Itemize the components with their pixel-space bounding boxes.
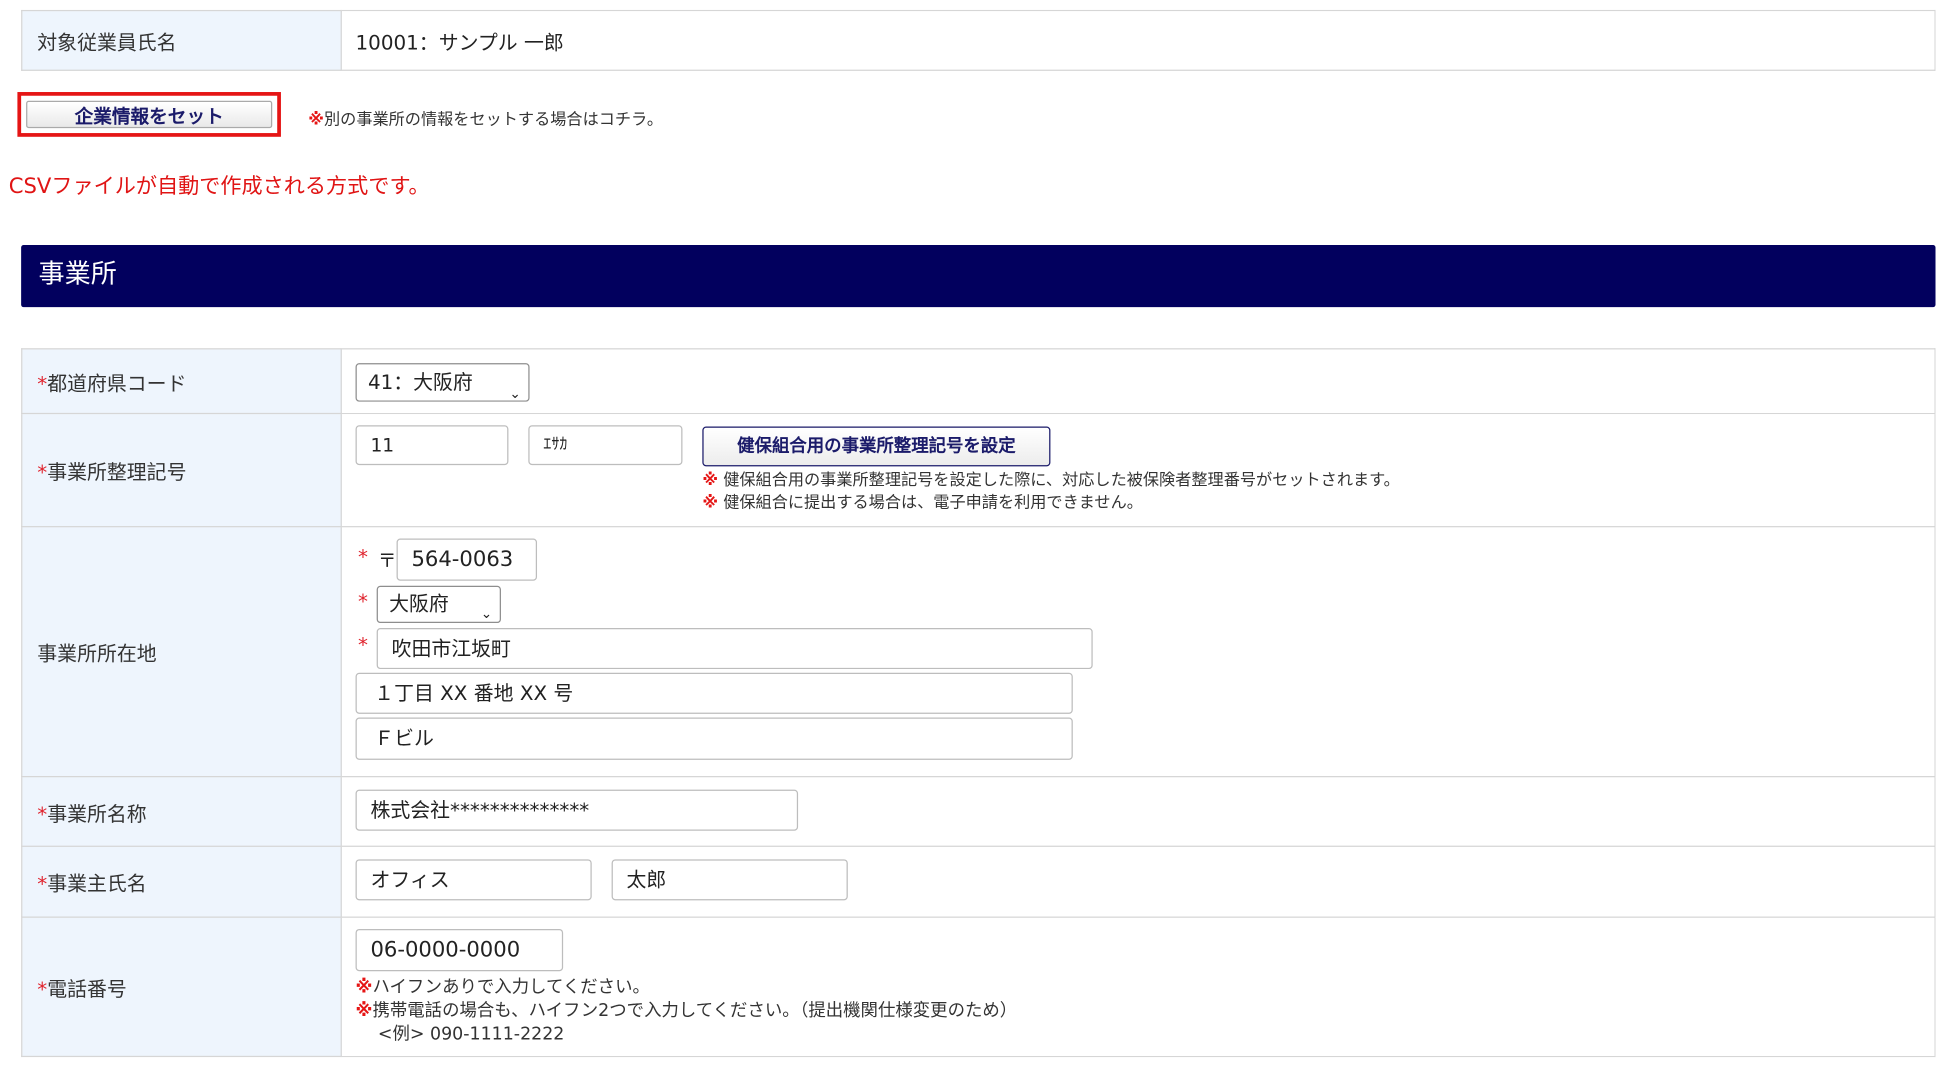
note-mark: ※ [308,110,325,130]
prefecture-code-cell: 41：大阪府 ⌄ [340,348,1936,415]
office-name-cell: 株式会社************** [340,776,1936,847]
postal-mark: 〒 [377,549,397,573]
office-code-cell: 11 ｴｻｶ 健保組合用の事業所整理記号を設定 ※ 健保組合用の事業所整理記号を… [340,412,1936,528]
phone-cell: 06-0000-0000 ※ハイフンありで入力してください。 ※携帯電話の場合も… [340,916,1936,1058]
phone-note-1: ※ハイフンありで入力してください。 [355,977,650,998]
employee-label: 対象従業員氏名 [21,9,342,71]
office-code-number-input[interactable]: 11 [355,425,509,466]
office-name-label: *事業所名称 [21,776,342,847]
postal-required-mark: * [358,544,368,569]
form-page: 対象従業員氏名 10001：サンプル 一郎 企業情報をセット ※別の事業所の情報… [0,0,1943,1067]
prefecture-code-select[interactable]: 41：大阪府 ⌄ [355,363,530,402]
owner-name-cell: オフィス 太郎 [340,845,1936,918]
address-label: 事業所所在地 [21,526,342,778]
phone-note-2: ※携帯電話の場合も、ハイフン2つで入力してください。（提出機関仕様変更のため） [355,1001,1018,1021]
set-company-button[interactable]: 企業情報をセット [26,100,273,129]
office-code-note-1: ※ 健保組合用の事業所整理記号を設定した際に、対応した被保険者整理番号がセットさ… [702,471,1400,490]
phone-label: *電話番号 [21,916,342,1058]
employee-value: 10001：サンプル 一郎 [340,9,1936,71]
office-table: *都道府県コード 41：大阪府 ⌄ *事業所整理記号 11 ｴｻｶ 健保組合用の… [21,348,1936,1058]
office-code-kana-input[interactable]: ｴｻｶ [528,425,683,466]
set-company-highlight: 企業情報をセット [17,92,281,137]
employee-table: 対象従業員氏名 10001：サンプル 一郎 [21,9,1936,71]
address-line2-input[interactable]: Ｆビル [355,717,1073,760]
owner-last-name-input[interactable]: オフィス [355,859,592,901]
city-input[interactable]: 吹田市江坂町 [376,628,1093,670]
chevron-down-icon: ⌄ [509,384,521,402]
phone-input[interactable]: 06-0000-0000 [355,928,564,972]
required-mark: * [37,371,48,395]
chevron-down-icon: ⌄ [480,605,493,622]
prefecture-required-mark: * [358,589,368,614]
postal-code-input[interactable]: 564-0063 [396,538,538,581]
set-company-note: ※別の事業所の情報をセットする場合はコチラ。 [308,106,663,130]
prefecture-code-label: *都道府県コード [21,348,342,415]
section-header: 事業所 [21,244,1936,308]
csv-note: CSVファイルが自動で作成される方式です。 [8,174,430,199]
phone-example: <例> 090-1111-2222 [377,1024,565,1045]
office-name-input[interactable]: 株式会社************** [355,789,799,831]
set-company-note-text[interactable]: 別の事業所の情報をセットする場合はコチラ。 [324,111,663,130]
address-line1-input[interactable]: １丁目 XX 番地 XX 号 [355,672,1073,714]
address-cell: * 〒 564-0063 * 大阪府 ⌄ * 吹田市江坂町 １丁目 XX 番地 … [340,526,1936,778]
city-required-mark: * [358,632,368,657]
set-health-insurance-code-button[interactable]: 健保組合用の事業所整理記号を設定 [702,426,1051,467]
owner-name-label: *事業主氏名 [21,845,342,918]
owner-first-name-input[interactable]: 太郎 [611,859,848,901]
office-code-label: *事業所整理記号 [21,412,342,528]
address-prefecture-select[interactable]: 大阪府 ⌄ [376,585,501,624]
office-code-note-2: ※ 健保組合に提出する場合は、電子申請を利用できません。 [702,493,1143,513]
